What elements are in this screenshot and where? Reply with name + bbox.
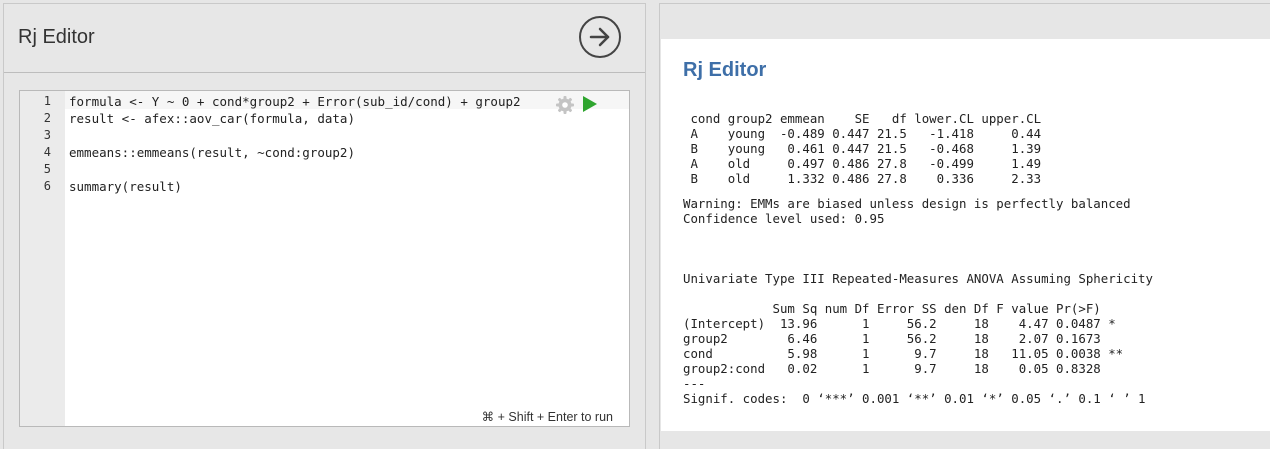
editor-panel: Rj Editor 1 2 3 4 5 6 formula <- Y ~ 0 +…: [3, 3, 646, 449]
line-number: 5: [43, 162, 51, 176]
arrow-right-icon: [589, 27, 610, 47]
code-line[interactable]: formula <- Y ~ 0 + cond*group2 + Error(s…: [69, 94, 521, 109]
line-number: 2: [43, 111, 51, 125]
play-icon[interactable]: [583, 96, 597, 112]
run-arrow-button[interactable]: [579, 16, 621, 58]
line-number: 6: [43, 179, 51, 193]
run-shortcut-hint: ⌘ + Shift + Enter to run: [481, 410, 613, 424]
code-line[interactable]: summary(result): [69, 179, 182, 194]
results-title: Rj Editor: [683, 59, 767, 81]
code-line[interactable]: emmeans::emmeans(result, ~cond:group2): [69, 145, 355, 160]
editor-title: Rj Editor: [18, 26, 95, 48]
settings-gear-icon[interactable]: [555, 95, 575, 120]
anova-heading: Univariate Type III Repeated-Measures AN…: [683, 271, 1153, 286]
line-number: 4: [43, 145, 51, 159]
code-editor[interactable]: 1 2 3 4 5 6 formula <- Y ~ 0 + cond*grou…: [19, 90, 630, 427]
results-panel: Rj Editor cond group2 emmean SE df lower…: [659, 3, 1270, 449]
editor-header: Rj Editor: [4, 4, 645, 73]
line-number: 1: [43, 94, 51, 108]
anova-output: Sum Sq num Df Error SS den Df F value Pr…: [683, 301, 1146, 406]
results-content: Rj Editor cond group2 emmean SE df lower…: [661, 39, 1270, 431]
warning-output: Warning: EMMs are biased unless design i…: [683, 196, 1131, 226]
line-number: 3: [43, 128, 51, 142]
code-line[interactable]: result <- afex::aov_car(formula, data): [69, 111, 355, 126]
emmeans-output: cond group2 emmean SE df lower.CL upper.…: [690, 111, 1042, 186]
